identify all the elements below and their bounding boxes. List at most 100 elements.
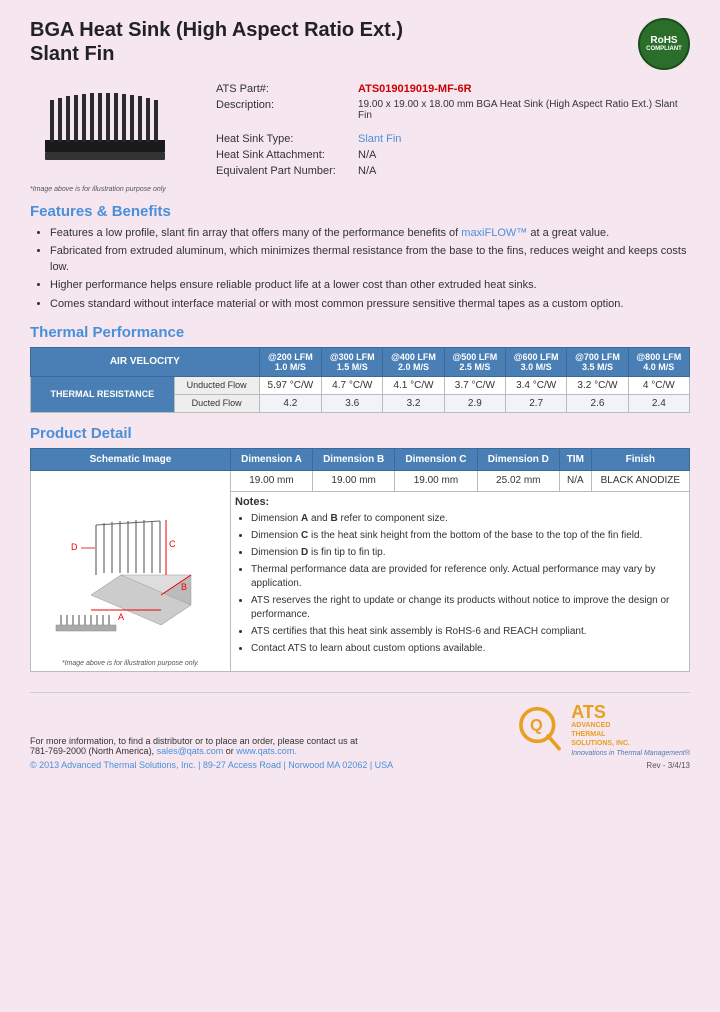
desc-value: 19.00 x 19.00 x 18.00 mm BGA Heat Sink (… [354, 98, 688, 122]
svg-text:Q: Q [530, 717, 543, 735]
thermal-unducted-row: THERMAL RESISTANCE Unducted Flow 5.97 °C… [31, 376, 690, 394]
col-800-lfm: @800 LFM4.0 M/S [628, 347, 689, 376]
attachment-label: Heat Sink Attachment: [212, 148, 352, 162]
footer-section: For more information, to find a distribu… [30, 692, 690, 770]
note-4: Thermal performance data are provided fo… [251, 563, 685, 591]
part-value: ATS019019019-MF-6R [354, 82, 688, 96]
col-700-lfm: @700 LFM3.5 M/S [567, 347, 628, 376]
col-300-lfm: @300 LFM1.5 M/S [322, 347, 383, 376]
footer-email[interactable]: sales@qats.com [157, 746, 224, 756]
notes-list: Dimension A and B refer to component siz… [235, 512, 685, 656]
col-200-lfm: @200 LFM1.0 M/S [259, 347, 321, 376]
note-2-bold-c: C [301, 530, 308, 541]
detail-table: Schematic Image Dimension A Dimension B … [30, 448, 690, 672]
feature-item-1: Features a low profile, slant fin array … [50, 226, 690, 241]
thermal-header-row: AIR VELOCITY @200 LFM1.0 M/S @300 LFM1.5… [31, 347, 690, 376]
type-value: Slant Fin [354, 132, 688, 146]
dim-b-value: 19.00 mm [312, 470, 394, 491]
unducted-700: 3.2 °C/W [567, 376, 628, 394]
air-velocity-header: AIR VELOCITY [31, 347, 260, 376]
features-title: Features & Benefits [30, 203, 690, 220]
unducted-200: 5.97 °C/W [259, 376, 321, 394]
footer-website[interactable]: www.qats.com. [236, 746, 297, 756]
thermal-resistance-label: THERMAL RESISTANCE [31, 376, 175, 412]
ducted-500: 2.9 [444, 394, 505, 412]
spec-row-desc: Description: 19.00 x 19.00 x 18.00 mm BG… [212, 98, 688, 122]
ats-full-name-1: ADVANCED [571, 721, 690, 730]
ats-name: ATS [571, 703, 690, 721]
note-1: Dimension A and B refer to component siz… [251, 512, 685, 526]
note-2: Dimension C is the heat sink height from… [251, 529, 685, 543]
ducted-200: 4.2 [259, 394, 321, 412]
dim-values-row: A B C D [31, 470, 690, 491]
footer-contact: For more information, to find a distribu… [30, 736, 393, 756]
unducted-label: Unducted Flow [174, 376, 259, 394]
rohs-compliant: COMPLIANT [646, 46, 682, 52]
equiv-label: Equivalent Part Number: [212, 164, 352, 178]
thermal-title: Thermal Performance [30, 324, 690, 341]
unducted-300: 4.7 °C/W [322, 376, 383, 394]
thermal-section: Thermal Performance AIR VELOCITY @200 LF… [30, 324, 690, 413]
features-list: Features a low profile, slant fin array … [30, 226, 690, 312]
attachment-value: N/A [354, 148, 688, 162]
svg-text:D: D [71, 542, 78, 552]
detail-header-row: Schematic Image Dimension A Dimension B … [31, 448, 690, 470]
title-block: BGA Heat Sink (High Aspect Ratio Ext.) S… [30, 18, 403, 66]
svg-text:B: B [181, 582, 187, 592]
header-tim: TIM [559, 448, 591, 470]
spec-row-type: Heat Sink Type: Slant Fin [212, 132, 688, 146]
footer-contact-text: For more information, to find a distribu… [30, 736, 358, 746]
product-title-line2: Slant Fin [30, 42, 403, 66]
note-6: ATS certifies that this heat sink assemb… [251, 625, 685, 639]
note-1-bold-b: B [331, 513, 338, 524]
note-5: ATS reserves the right to update or chan… [251, 594, 685, 622]
ducted-300: 3.6 [322, 394, 383, 412]
footer-or: or [226, 746, 234, 756]
spec-row-attachment: Heat Sink Attachment: N/A [212, 148, 688, 162]
dim-d-value: 25.02 mm [477, 470, 559, 491]
product-info-section: *Image above is for illustration purpose… [30, 80, 690, 193]
header-dim-a: Dimension A [231, 448, 313, 470]
feature-item-2: Fabricated from extruded aluminum, which… [50, 244, 690, 275]
header-section: BGA Heat Sink (High Aspect Ratio Ext.) S… [30, 18, 690, 70]
spec-row-part: ATS Part#: ATS019019019-MF-6R [212, 82, 688, 96]
spec-row-equiv: Equivalent Part Number: N/A [212, 164, 688, 178]
dim-c-value: 19.00 mm [395, 470, 477, 491]
footer-left: For more information, to find a distribu… [30, 736, 393, 770]
dim-a-value: 19.00 mm [231, 470, 313, 491]
svg-text:A: A [117, 612, 123, 622]
col-600-lfm: @600 LFM3.0 M/S [506, 347, 567, 376]
finish-value: BLACK ANODIZE [591, 470, 689, 491]
notes-title: Notes: [235, 496, 685, 508]
unducted-500: 3.7 °C/W [444, 376, 505, 394]
product-detail-section: Product Detail Schematic Image Dimension… [30, 425, 690, 672]
schematic-image-cell: A B C D [31, 470, 231, 671]
ducted-400: 3.2 [383, 394, 444, 412]
thermal-table: AIR VELOCITY @200 LFM1.0 M/S @300 LFM1.5… [30, 347, 690, 413]
schematic-caption: *Image above is for illustration purpose… [35, 660, 226, 667]
specs-block: ATS Part#: ATS019019019-MF-6R Descriptio… [210, 80, 690, 193]
note-1-bold-a: A [301, 513, 308, 524]
footer-right: Q ATS ADVANCED THERMAL SOLUTIONS, INC. I… [515, 703, 690, 770]
equiv-value: N/A [354, 164, 688, 178]
product-detail-title: Product Detail [30, 425, 690, 442]
features-section: Features & Benefits Features a low profi… [30, 203, 690, 312]
page-container: BGA Heat Sink (High Aspect Ratio Ext.) S… [0, 0, 720, 780]
header-dim-d: Dimension D [477, 448, 559, 470]
ats-text-block: ATS ADVANCED THERMAL SOLUTIONS, INC. Inn… [571, 703, 690, 757]
ducted-800: 2.4 [628, 394, 689, 412]
ducted-label: Ducted Flow [174, 394, 259, 412]
ats-logo: Q ATS ADVANCED THERMAL SOLUTIONS, INC. I… [515, 703, 690, 757]
ducted-700: 2.6 [567, 394, 628, 412]
unducted-600: 3.4 °C/W [506, 376, 567, 394]
page-number: Rev - 3/4/13 [515, 761, 690, 770]
heatsink-image [30, 80, 185, 180]
feature-item-4: Comes standard without interface materia… [50, 297, 690, 312]
header-dim-c: Dimension C [395, 448, 477, 470]
ats-full-name-3: SOLUTIONS, INC. [571, 739, 690, 748]
notes-cell: Notes: Dimension A and B refer to compon… [231, 491, 690, 671]
schematic-svg: A B C D [41, 475, 221, 655]
highlight-maxiflow: maxiFLOW™ [461, 227, 527, 239]
feature-item-3: Higher performance helps ensure reliable… [50, 278, 690, 293]
col-500-lfm: @500 LFM2.5 M/S [444, 347, 505, 376]
